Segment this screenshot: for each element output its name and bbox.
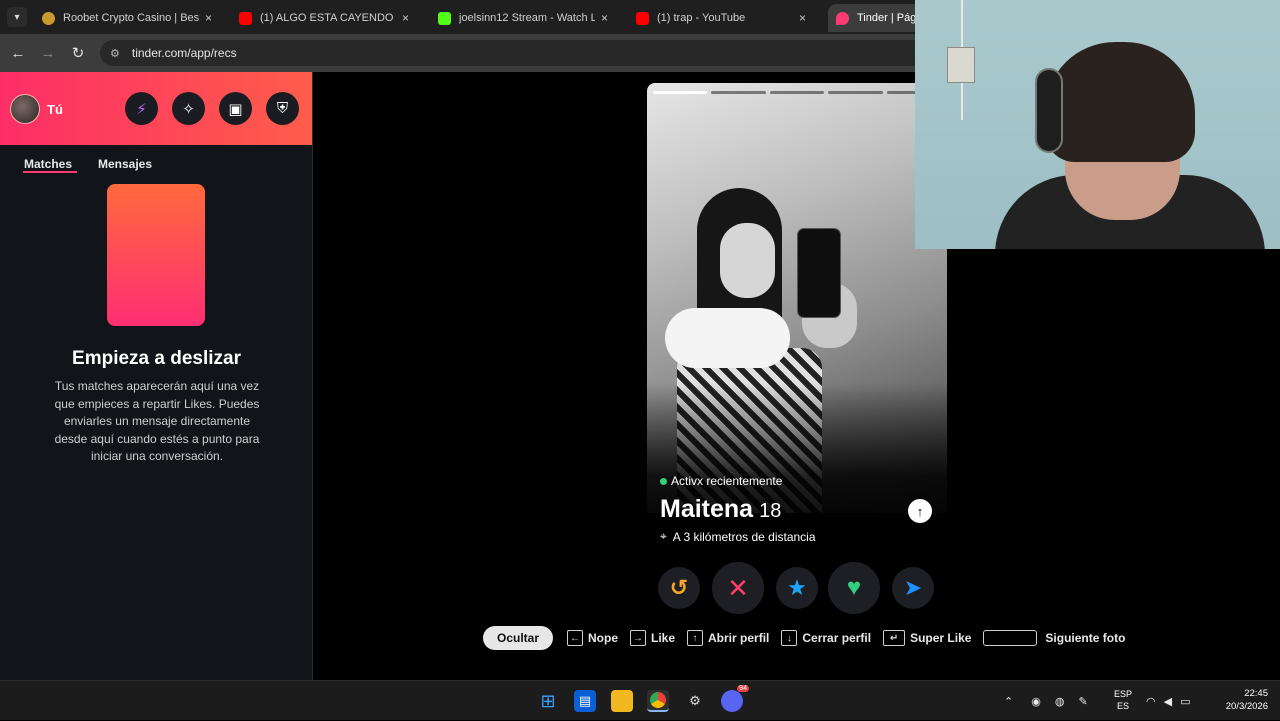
browser-tab[interactable]: joelsinn12 Stream - Watch Live × [430, 4, 626, 32]
close-x-icon: ✕ [727, 572, 749, 603]
profile-name: Maitena [660, 495, 754, 523]
tray-app-icon[interactable]: ◉ [1031, 695, 1041, 708]
like-button[interactable]: ♥ [828, 562, 880, 614]
windows-start-icon[interactable]: ⊞ [537, 690, 559, 712]
arrow-down-key-icon: ↓ [781, 630, 798, 646]
site-settings-icon[interactable]: ⚙ [110, 47, 120, 60]
wifi-icon: ◠ [1146, 695, 1156, 708]
headset [1035, 68, 1063, 153]
tray-mic-icon[interactable]: ✎ [1078, 695, 1087, 708]
volume-icon: ◀ [1163, 695, 1173, 708]
profile-name-row: Maitena 18 [660, 495, 781, 524]
roobet-favicon-icon [42, 11, 55, 25]
sidebar: Tú ⚡ ✧ ▣ ⛨ Matches Mensajes Empieza a de… [0, 72, 313, 680]
hide-shortcuts-button[interactable]: Ocultar [483, 626, 553, 650]
store-icon[interactable]: ▤ [574, 690, 596, 712]
briefcase-icon[interactable]: ▣ [219, 92, 252, 125]
file-explorer-icon[interactable] [611, 690, 633, 712]
discord-badge: 94 [737, 685, 749, 692]
arrow-up-key-icon: ↑ [687, 630, 704, 646]
shortcut-nope: ← Nope [567, 630, 618, 646]
arrow-right-key-icon: → [630, 630, 646, 646]
windows-taskbar: ⊞ ▤ ⚙ 94 ⌃ ◉ ◍ ✎ ESP ES ◠ ◀ ▭ 22:45 20/3… [0, 680, 1280, 720]
open-profile-info-icon[interactable]: ↑ [908, 499, 932, 523]
empty-state-title: Empieza a deslizar [72, 348, 241, 369]
shortcut-open-profile: ↑ Abrir perfil [687, 630, 769, 646]
heart-icon: ♥ [846, 574, 862, 601]
tab-matches[interactable]: Matches [24, 157, 72, 171]
wall-outlet [947, 47, 975, 83]
close-tab-icon[interactable]: × [601, 11, 608, 25]
avatar[interactable] [10, 94, 40, 124]
close-tab-icon[interactable]: × [799, 11, 806, 25]
recently-active-badge: Activx recientemente [660, 474, 782, 488]
safety-shield-icon[interactable]: ⛨ [266, 92, 299, 125]
active-tab-indicator [23, 171, 77, 173]
empty-state-text: Tus matches aparecerán aquí una vez que … [54, 379, 260, 463]
tab-search-button[interactable]: ▾ [0, 0, 34, 34]
system-tray: ⌃ ◉ ◍ ✎ [1004, 681, 1088, 721]
youtube-favicon-icon [239, 11, 252, 25]
profile-card[interactable]: Activx recientemente Maitena 18 ⌖ A 3 ki… [647, 83, 947, 553]
super-like-button[interactable]: ★ [776, 567, 818, 609]
battery-icon: ▭ [1180, 695, 1191, 708]
clock[interactable]: 22:45 20/3/2026 [1210, 687, 1268, 713]
shortcut-like: → Like [630, 630, 675, 646]
url-field[interactable]: ⚙ tinder.com/app/recs [100, 40, 930, 66]
keyboard-shortcuts-bar: Ocultar ← Nope → Like ↑ Abrir perfil ↓ C… [483, 626, 1137, 650]
browser-tab[interactable]: (1) ALGO ESTA CAYENDO AQUI × [231, 4, 427, 32]
chevron-up-icon[interactable]: ⌃ [1004, 695, 1013, 708]
profile-label[interactable]: Tú [47, 102, 63, 117]
location-pin-icon: ⌖ [660, 529, 667, 543]
sidebar-header: Tú ⚡ ✧ ▣ ⛨ [0, 72, 312, 145]
settings-gear-icon[interactable]: ⚙ [684, 690, 706, 712]
clock-date: 20/3/2026 [1225, 701, 1268, 712]
back-arrow-icon[interactable]: ← [3, 45, 33, 62]
explore-compass-icon[interactable]: ✧ [172, 92, 205, 125]
tab-messages[interactable]: Mensajes [98, 157, 152, 171]
enter-key-icon: ↵ [883, 630, 906, 646]
webcam-overlay [915, 0, 1280, 249]
shortcut-next-photo: Siguiente foto [983, 630, 1125, 646]
rewind-icon: ↺ [669, 575, 689, 600]
url-text: tinder.com/app/recs [131, 46, 237, 60]
nope-button[interactable]: ✕ [712, 562, 764, 614]
youtube-favicon-icon [636, 11, 649, 25]
star-icon: ★ [787, 575, 807, 600]
browser-tab[interactable]: Roobet Crypto Casino | Best Bi × [34, 4, 230, 32]
reload-icon[interactable]: ↻ [63, 44, 93, 62]
boost-button[interactable]: ➤ [892, 567, 934, 609]
arrow-left-key-icon: ← [567, 630, 583, 646]
rewind-button[interactable]: ↺ [658, 567, 700, 609]
close-tab-icon[interactable]: × [205, 11, 212, 25]
tray-app-icon[interactable]: ◍ [1055, 695, 1065, 708]
close-tab-icon[interactable]: × [402, 11, 409, 25]
empty-matches-card [107, 184, 205, 326]
online-dot-icon [660, 477, 667, 485]
boost-bolt-icon[interactable]: ⚡ [125, 92, 158, 125]
sidebar-tabs: Matches Mensajes [0, 145, 312, 181]
input-language[interactable]: ESP ES [1114, 688, 1132, 712]
clock-time: 22:45 [1244, 688, 1268, 699]
profile-age: 18 [759, 500, 782, 522]
tinder-flame-icon [836, 11, 849, 25]
kick-favicon-icon [438, 11, 451, 25]
spacebar-key-icon [983, 630, 1038, 646]
quick-settings[interactable]: ◠ ◀ ▭ [1146, 681, 1190, 721]
forward-arrow-icon[interactable]: → [33, 45, 63, 62]
browser-tab[interactable]: (1) trap - YouTube × [628, 4, 824, 32]
discord-icon[interactable]: 94 [721, 685, 749, 712]
send-plane-icon: ➤ [903, 575, 923, 600]
chrome-icon[interactable] [647, 690, 669, 712]
profile-distance: ⌖ A 3 kilómetros de distancia [660, 529, 816, 544]
chevron-down-icon: ▾ [7, 7, 27, 27]
shortcut-close-profile: ↓ Cerrar perfil [781, 630, 871, 646]
shortcut-super-like: ↵ Super Like [883, 630, 971, 646]
photo-progress [653, 91, 942, 94]
